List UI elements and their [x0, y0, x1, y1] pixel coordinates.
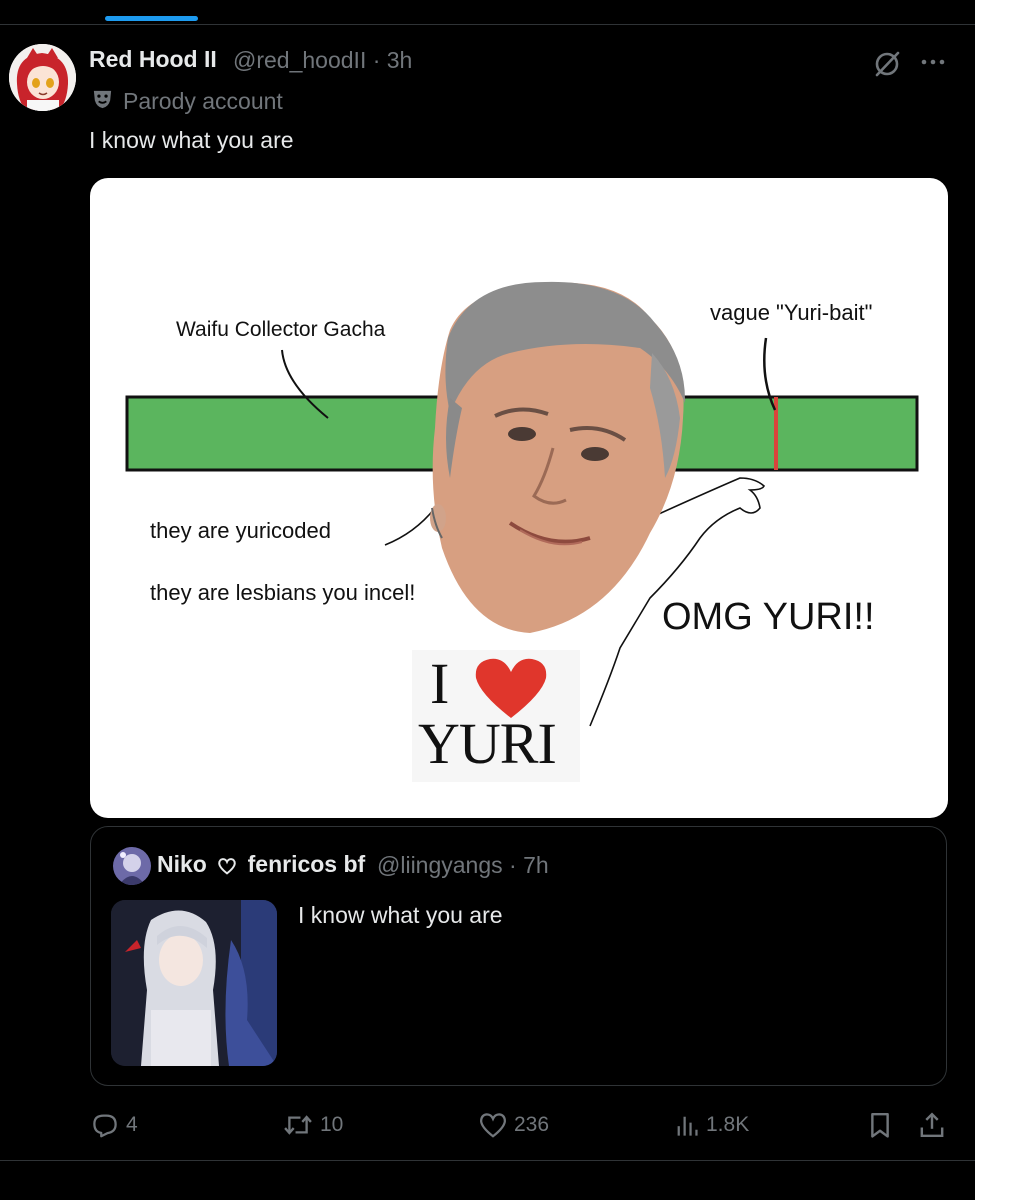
like-button[interactable]: 236: [478, 1111, 549, 1139]
author-handle-time[interactable]: @red_hoodII · 3h: [233, 47, 412, 74]
post-image[interactable]: Waifu Collector Gacha vague "Yuri-bait" …: [90, 178, 948, 818]
parody-badge: Parody account: [91, 87, 283, 115]
heart-outline-icon: [217, 854, 237, 881]
quoted-post[interactable]: Niko fenricos bf @liingyangs · 7h I know…: [90, 826, 947, 1086]
parody-label: Parody account: [123, 87, 283, 114]
tab-indicator: [105, 16, 198, 21]
feed: Red Hood II @red_hoodII · 3h Parody acco…: [0, 0, 975, 1200]
sign-i: I: [430, 651, 450, 716]
views-count: 1.8K: [706, 1113, 750, 1136]
parody-mask-icon: [91, 87, 114, 115]
action-bar: 4 10 236 1.8K: [0, 1105, 975, 1145]
quote-handle-time[interactable]: @liingyangs · 7h: [377, 852, 549, 879]
reply-count: 4: [126, 1113, 138, 1136]
share-icon: [917, 1111, 947, 1139]
quote-author-suffix: fenricos bf: [247, 851, 366, 877]
grok-icon[interactable]: [871, 48, 903, 80]
divider: [0, 24, 975, 25]
meme-label-vague: vague "Yuri-bait": [710, 300, 873, 325]
page-margin: [975, 0, 1021, 1200]
avatar[interactable]: [9, 44, 76, 111]
like-count: 236: [514, 1113, 550, 1136]
meme-label-lesbians: they are lesbians you incel!: [150, 580, 416, 605]
repost-button[interactable]: 10: [282, 1111, 343, 1139]
quote-avatar[interactable]: [113, 847, 151, 885]
quote-thumbnail[interactable]: [111, 900, 277, 1066]
divider: [0, 1160, 975, 1161]
share-button[interactable]: [917, 1111, 947, 1139]
repost-count: 10: [320, 1113, 344, 1136]
author-name[interactable]: Red Hood II: [89, 46, 217, 73]
meme-label-waifu: Waifu Collector Gacha: [176, 318, 386, 341]
views-icon: [674, 1111, 700, 1139]
more-icon[interactable]: [918, 50, 948, 74]
sign-yuri: YURI: [418, 711, 557, 776]
views-button[interactable]: 1.8K: [674, 1111, 749, 1139]
meme-label-omg: OMG YURI!!: [662, 596, 875, 638]
reply-icon: [90, 1111, 120, 1139]
quote-author-name[interactable]: Niko fenricos bf: [157, 851, 365, 881]
quote-text: I know what you are: [298, 902, 503, 928]
i-love-yuri-sign: I YURI: [412, 650, 580, 782]
post-text: I know what you are: [89, 127, 294, 153]
reply-button[interactable]: 4: [90, 1111, 138, 1139]
like-icon: [478, 1111, 508, 1139]
meme-label-yuricoded: they are yuricoded: [150, 518, 331, 543]
bookmark-icon: [866, 1111, 894, 1139]
quote-author-first: Niko: [157, 851, 207, 877]
bookmark-button[interactable]: [866, 1111, 894, 1139]
repost-icon: [282, 1111, 314, 1139]
